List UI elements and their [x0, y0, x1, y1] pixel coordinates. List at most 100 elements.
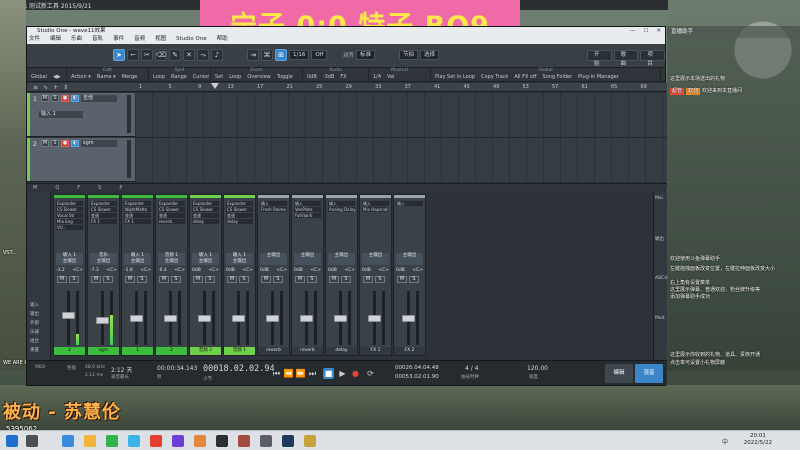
- range-tool-icon[interactable]: ⌐: [127, 49, 139, 61]
- insert-slot[interactable]: 变速: [226, 213, 253, 218]
- insert-slot[interactable]: delay: [226, 219, 253, 224]
- insert-slot[interactable]: Analog Delay: [328, 207, 355, 212]
- app-icon[interactable]: [128, 435, 140, 447]
- channel-pan-readout[interactable]: <C>: [378, 268, 389, 273]
- channel-pan-readout[interactable]: <C>: [140, 268, 151, 273]
- solo-button[interactable]: S: [137, 276, 147, 283]
- solo-button[interactable]: S: [103, 276, 113, 283]
- mute-button[interactable]: M: [159, 276, 169, 283]
- macro-button[interactable]: -3dB: [323, 74, 335, 80]
- macro-button[interactable]: Song Folder: [543, 74, 573, 80]
- split-tool-icon[interactable]: ✂: [141, 49, 153, 61]
- channel-volume-readout[interactable]: 0dB: [226, 268, 235, 273]
- channel-pan-readout[interactable]: <C>: [242, 268, 253, 273]
- solo-button[interactable]: S: [375, 276, 385, 283]
- macro-button[interactable]: Copy Track: [481, 74, 508, 80]
- macro-button[interactable]: Loop: [153, 74, 165, 80]
- channel-name-label[interactable]: 1: [122, 347, 153, 355]
- channel-volume-readout[interactable]: -3.2: [56, 268, 65, 273]
- insert-slot[interactable]: 变速: [90, 213, 117, 218]
- macro-button[interactable]: Merge: [122, 74, 138, 80]
- mixer-sidebar-item[interactable]: 输出: [30, 311, 39, 317]
- solo-button[interactable]: S: [239, 276, 249, 283]
- fader-handle[interactable]: [96, 316, 109, 324]
- channel-name-label[interactable]: sgm: [88, 347, 119, 355]
- monitor-button[interactable]: ◐: [71, 140, 79, 147]
- fader-handle[interactable]: [368, 314, 381, 322]
- app-icon[interactable]: [260, 435, 272, 447]
- insert-slot[interactable]: 变速: [158, 213, 185, 218]
- mute-button[interactable]: M: [261, 276, 271, 283]
- pencil-tool-icon[interactable]: ✎: [169, 49, 181, 61]
- channel-volume-readout[interactable]: 0dB: [260, 268, 269, 273]
- mute-button[interactable]: M: [397, 276, 407, 283]
- channel-routing[interactable]: 主输出: [294, 253, 321, 265]
- browser-icon[interactable]: [62, 435, 74, 447]
- macro-button[interactable]: Vel: [387, 74, 395, 80]
- insert-slot[interactable]: 输入: [260, 201, 287, 206]
- mute-button[interactable]: M: [125, 276, 135, 283]
- menu-item[interactable]: 音频: [134, 35, 145, 44]
- tab-start[interactable]: 开始: [587, 49, 612, 67]
- macro-button[interactable]: Plug-in Manager: [578, 74, 619, 80]
- macro-button[interactable]: Range: [171, 74, 187, 80]
- macro-button[interactable]: Toggle: [277, 74, 293, 80]
- insert-slot[interactable]: VU...: [56, 225, 83, 230]
- play-icon[interactable]: ▶: [337, 368, 348, 379]
- insert-slot[interactable]: 变速: [124, 213, 151, 218]
- channel-name-label[interactable]: 音频 2: [190, 347, 221, 355]
- mute-button[interactable]: M: [57, 276, 67, 283]
- mute-button[interactable]: M: [91, 276, 101, 283]
- monitor-button[interactable]: ◐: [71, 95, 79, 102]
- fader-handle[interactable]: [266, 314, 279, 322]
- wechat-icon[interactable]: [106, 435, 118, 447]
- solo-button[interactable]: S: [307, 276, 317, 283]
- track-header[interactable]: 1 M S ● ◐ 吉他 输入 1: [27, 93, 135, 137]
- search-icon[interactable]: [26, 435, 38, 447]
- channel-output[interactable]: 主输出: [260, 253, 287, 259]
- mute-button[interactable]: M: [227, 276, 237, 283]
- channel-pan-readout[interactable]: <C>: [412, 268, 423, 273]
- channel-name-label[interactable]: FX 2: [394, 347, 425, 355]
- insert-slot[interactable]: Expander: [90, 201, 117, 206]
- fader-handle[interactable]: [300, 314, 313, 322]
- return-zero-icon[interactable]: ⏮: [271, 368, 282, 379]
- mixer-sidebar-item[interactable]: 输入: [30, 302, 39, 308]
- channel-routing[interactable]: 主输出: [396, 253, 423, 265]
- insert-slot[interactable]: CS Slower: [90, 207, 117, 212]
- insert-slot[interactable]: Mix Eng: [56, 219, 83, 224]
- arrange-footer-button[interactable]: M: [33, 185, 37, 191]
- insert-slot[interactable]: 变速: [192, 213, 219, 218]
- mute-button[interactable]: M: [329, 276, 339, 283]
- channel-output[interactable]: 主输出: [396, 253, 423, 259]
- channel-routing[interactable]: 输入 1 主输出: [124, 253, 151, 265]
- record-arm-button[interactable]: ●: [61, 140, 69, 147]
- macro-button[interactable]: Overview: [247, 74, 271, 80]
- track-add-icon[interactable]: +: [53, 84, 58, 91]
- solo-button[interactable]: S: [273, 276, 283, 283]
- automation-icon[interactable]: ∿: [43, 84, 48, 91]
- macro-button[interactable]: ◀▶: [53, 74, 61, 80]
- desktop-file-label[interactable]: VST...: [3, 250, 17, 256]
- channel-volume-readout[interactable]: -7.3: [90, 268, 99, 273]
- channel-pan-readout[interactable]: <C>: [106, 268, 117, 273]
- solo-button[interactable]: S: [409, 276, 419, 283]
- maximize-icon[interactable]: ☐: [643, 27, 648, 35]
- timeline-ruler[interactable]: 1 5 9 13 17 21 25 29 33 37 41 45 49 53 57 61 65 69: [135, 83, 667, 92]
- macro-button[interactable]: Name ▾: [97, 74, 116, 80]
- channel-pan-readout[interactable]: <C>: [276, 268, 287, 273]
- mute-button[interactable]: M: [41, 140, 49, 147]
- timebase-select[interactable]: 节拍: [399, 50, 419, 60]
- mixer-sidebar-item[interactable]: 组合: [30, 338, 39, 344]
- channel-routing[interactable]: 主输出: [260, 253, 287, 265]
- channel-output[interactable]: 主输出: [90, 259, 117, 265]
- insert-slot[interactable]: CS Slower: [192, 207, 219, 212]
- solo-button[interactable]: S: [205, 276, 215, 283]
- insert-slot[interactable]: FatVlairE: [294, 213, 321, 218]
- insert-slot[interactable]: FX 1: [124, 219, 151, 224]
- channel-pan-readout[interactable]: <C>: [344, 268, 355, 273]
- track-name[interactable]: 吉他: [81, 95, 117, 102]
- fader-handle[interactable]: [232, 314, 245, 322]
- track-header[interactable]: 2 M S ● ◐ sgm: [27, 138, 135, 182]
- loop-icon[interactable]: ⟳: [365, 368, 376, 379]
